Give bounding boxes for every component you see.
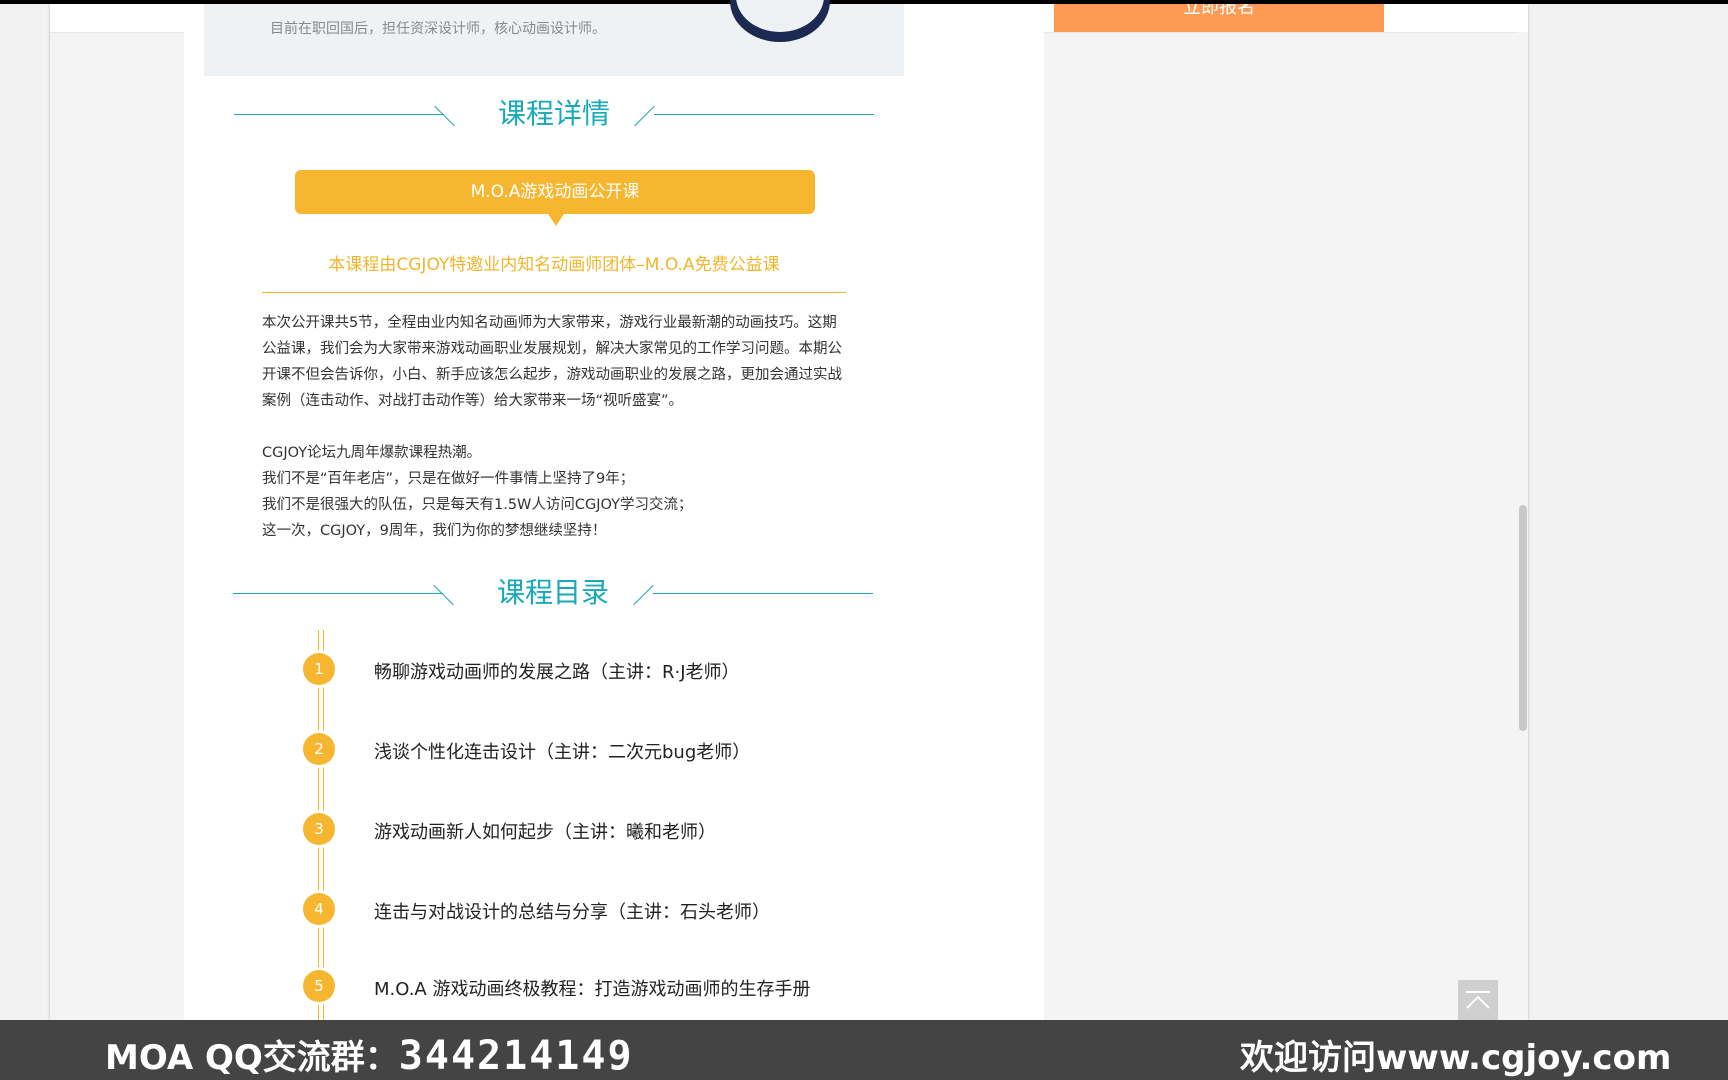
footer-qq-number: 344214149 — [398, 1033, 634, 1079]
course-subtitle: 本课程由CGJOY特邀业内知名动画师团体–M.O.A免费公益课 — [328, 255, 780, 275]
lesson-title: 浅谈个性化连击设计（主讲：二次元bug老师） — [374, 742, 751, 763]
course-pill-title: M.O.A游戏动画公开课 — [295, 170, 815, 214]
lesson-number-badge: 5 — [300, 967, 338, 1005]
catalog-item[interactable]: 1 畅聊游戏动画师的发展之路（主讲：R·J老师） — [300, 650, 900, 690]
lesson-number: 5 — [303, 970, 335, 1002]
course-description: 本次公开课共5节，全程由业内知名动画师为大家带来，游戏行业最新潮的动画技巧。这期… — [262, 310, 848, 414]
footer-qq-group: MOA QQ交流群：344214149 — [105, 1030, 634, 1079]
footer-bar: MOA QQ交流群：344214149 欢迎访问www.cgjoy.com — [0, 1020, 1728, 1080]
teacher-intro-text: 目前在职回国后，担任资深设计师，核心动画设计师。 — [270, 21, 606, 37]
course-slogan-block: CGJOY论坛九周年爆款课程热潮。 我们不是“百年老店”，只是在做好一件事情上坚… — [262, 440, 848, 544]
lesson-number: 4 — [303, 893, 335, 925]
title-line-right — [653, 593, 873, 594]
catalog-item[interactable]: 3 游戏动画新人如何起步（主讲：曦和老师） — [300, 810, 900, 850]
slogan-line: 我们不是“百年老店”，只是在做好一件事情上坚持了9年； — [262, 471, 635, 487]
lesson-number: 2 — [303, 733, 335, 765]
title-line-right — [654, 114, 874, 115]
catalog-section-title: 课程目录 — [233, 573, 873, 613]
lesson-title: 畅聊游戏动画师的发展之路（主讲：R·J老师） — [374, 662, 740, 683]
footer-site[interactable]: 欢迎访问www.cgjoy.com — [1240, 1030, 1671, 1079]
lesson-number: 1 — [303, 653, 335, 685]
footer-qq-prefix: MOA QQ — [105, 1038, 263, 1078]
slogan-line: 这一次，CGJOY，9周年，我们为你的梦想继续坚持！ — [262, 523, 607, 539]
lesson-title: 连击与对战设计的总结与分享（主讲：石头老师） — [374, 902, 770, 923]
description-paragraph: 本次公开课共5节，全程由业内知名动画师为大家带来，游戏行业最新潮的动画技巧。这期… — [262, 315, 842, 409]
scrollbar-thumb[interactable] — [1519, 505, 1527, 731]
lesson-number-badge: 3 — [300, 810, 338, 848]
catalog-item[interactable]: 2 浅谈个性化连击设计（主讲：二次元bug老师） — [300, 730, 900, 770]
footer-welcome-label: 欢迎访问 — [1240, 1038, 1376, 1078]
catalog-item[interactable]: 4 连击与对战设计的总结与分享（主讲：石头老师） — [300, 890, 900, 930]
slogan-line: 我们不是很强大的队伍，只是每天有1.5W人访问CGJOY学习交流； — [262, 497, 693, 513]
signup-button[interactable]: 立即报名 — [1054, 4, 1384, 32]
subtitle-divider — [262, 292, 846, 293]
lesson-number-badge: 1 — [300, 650, 338, 688]
footer-site-url: www.cgjoy.com — [1376, 1038, 1672, 1078]
footer-qq-label: 交流群： — [262, 1038, 399, 1078]
pill-arrow — [548, 214, 564, 226]
lesson-number-badge: 4 — [300, 890, 338, 928]
back-to-top-button[interactable] — [1458, 980, 1498, 1020]
detail-section-title: 课程详情 — [234, 94, 874, 134]
lesson-title: M.O.A 游戏动画终极教程：打造游戏动画师的生存手册 — [374, 979, 811, 1000]
slogan-line: CGJOY论坛九周年爆款课程热潮。 — [262, 445, 482, 461]
arrow-up-icon — [1466, 991, 1490, 1009]
lesson-number-badge: 2 — [300, 730, 338, 768]
lesson-title: 游戏动画新人如何起步（主讲：曦和老师） — [374, 822, 716, 843]
lesson-number: 3 — [303, 813, 335, 845]
catalog-item[interactable]: 5 M.O.A 游戏动画终极教程：打造游戏动画师的生存手册 — [300, 967, 900, 1007]
